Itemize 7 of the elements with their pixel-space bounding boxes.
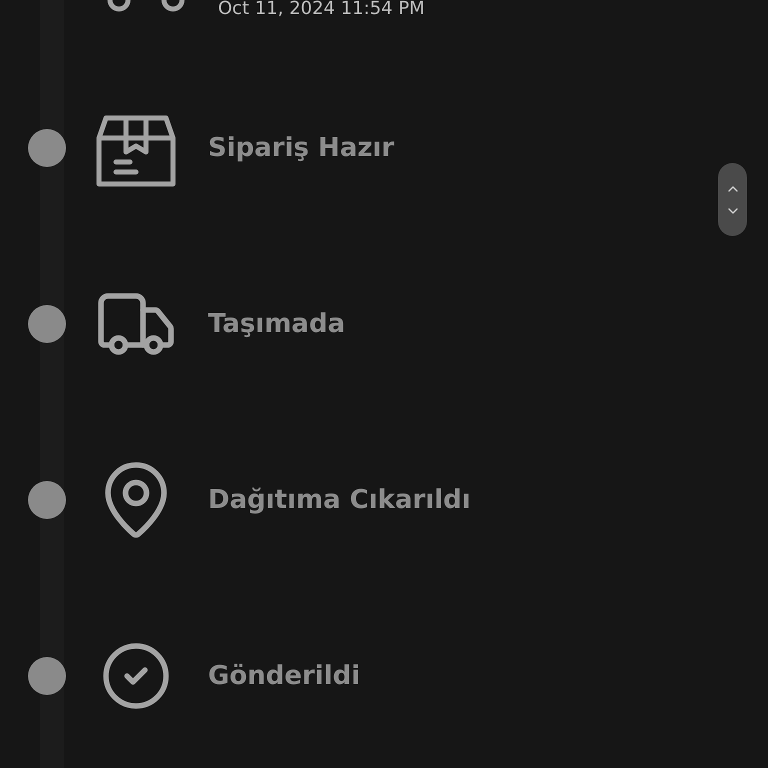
truck-wheels-icon [106, 0, 186, 14]
step-time: Oct 11, 2024 11:54 PM [218, 0, 425, 18]
scroll-buttons[interactable] [718, 163, 747, 236]
step-label: Sipariş Hazır [208, 132, 394, 164]
step-label: Taşımada [208, 308, 346, 340]
step-label: Gönderildi [208, 660, 360, 692]
step-label: Dağıtıma Cıkarıldı [208, 484, 471, 516]
